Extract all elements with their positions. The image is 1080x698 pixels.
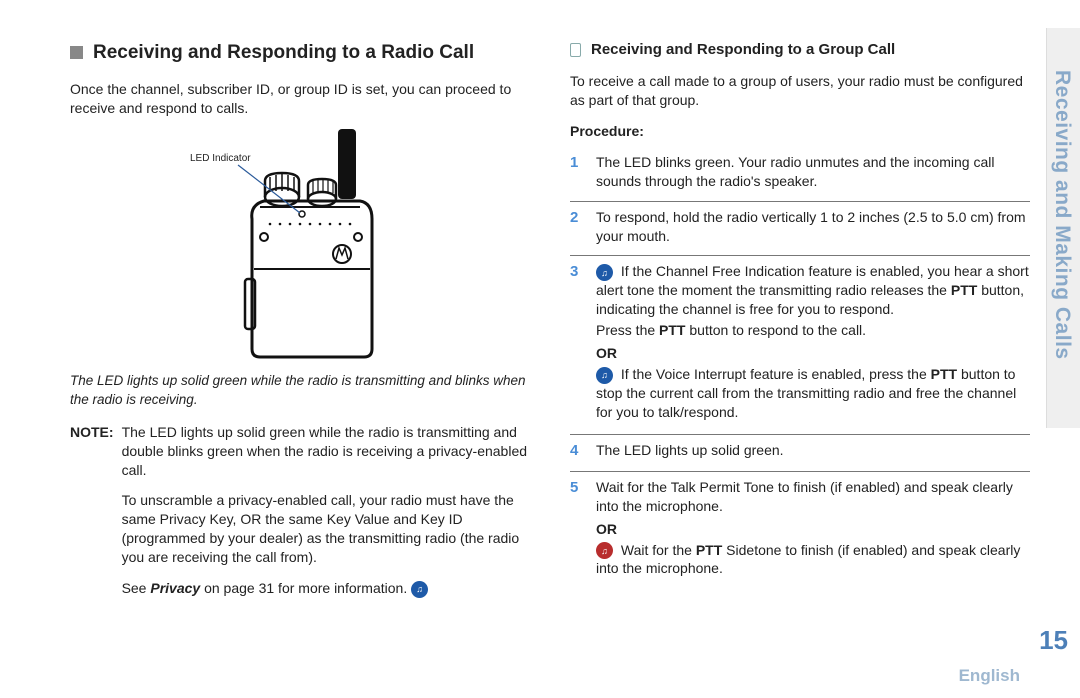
step-number: 3 [570, 262, 586, 423]
note-p3: See Privacy on page 31 for more informat… [122, 579, 530, 598]
radio-illustration: LED Indicator [190, 129, 410, 359]
step-5: 5 Wait for the Talk Permit Tone to finis… [570, 472, 1030, 590]
figure-caption: The LED lights up solid green while the … [70, 372, 530, 408]
info-icon [411, 581, 428, 598]
step-body: The LED blinks green. Your radio unmutes… [596, 153, 1030, 191]
audio-icon-red [596, 542, 613, 559]
page-number: 15 [1039, 623, 1068, 658]
section-heading-text: Receiving and Responding to a Radio Call [93, 40, 474, 66]
step-1: 1 The LED blinks green. Your radio unmut… [570, 147, 1030, 202]
language-label: English [959, 665, 1020, 688]
right-column: Receiving and Responding to a Group Call… [570, 40, 1030, 620]
left-column: Receiving and Responding to a Radio Call… [70, 40, 530, 620]
step-number: 4 [570, 441, 586, 461]
subsection-heading-text: Receiving and Responding to a Group Call [591, 40, 895, 60]
step-4: 4 The LED lights up solid green. [570, 435, 1030, 472]
procedure-label: Procedure: [570, 122, 1030, 141]
page-icon [570, 43, 581, 57]
step-body: Wait for the Talk Permit Tone to finish … [596, 478, 1030, 580]
audio-icon [596, 264, 613, 281]
procedure-steps: 1 The LED blinks green. Your radio unmut… [570, 147, 1030, 590]
subsection-intro: To receive a call made to a group of use… [570, 72, 1030, 110]
step-3: 3 If the Channel Free Indication feature… [570, 256, 1030, 434]
step-2: 2 To respond, hold the radio vertically … [570, 202, 1030, 257]
led-indicator-label: LED Indicator [190, 153, 251, 164]
step-number: 5 [570, 478, 586, 580]
side-tab-label: Receiving and Making Calls [1048, 70, 1076, 360]
note-p1: The LED lights up solid green while the … [122, 423, 530, 480]
note-label: NOTE: [70, 423, 114, 610]
step-body: If the Channel Free Indication feature i… [596, 262, 1030, 423]
subsection-heading: Receiving and Responding to a Group Call [570, 40, 1030, 60]
step-number: 1 [570, 153, 586, 191]
section-marker-icon [70, 46, 83, 59]
audio-icon [596, 367, 613, 384]
step-body: The LED lights up solid green. [596, 441, 1030, 461]
note-block: NOTE: The LED lights up solid green whil… [70, 423, 530, 610]
intro-paragraph: Once the channel, subscriber ID, or grou… [70, 80, 530, 118]
note-body: The LED lights up solid green while the … [122, 423, 530, 610]
or-label: OR [596, 520, 1030, 539]
step-body: To respond, hold the radio vertically 1 … [596, 208, 1030, 246]
section-heading: Receiving and Responding to a Radio Call [70, 40, 530, 66]
or-label: OR [596, 344, 1030, 363]
page-content: Receiving and Responding to a Radio Call… [0, 0, 1080, 640]
radio-figure: LED Indicator [70, 129, 530, 364]
note-p2: To unscramble a privacy-enabled call, yo… [122, 491, 530, 567]
step-number: 2 [570, 208, 586, 246]
